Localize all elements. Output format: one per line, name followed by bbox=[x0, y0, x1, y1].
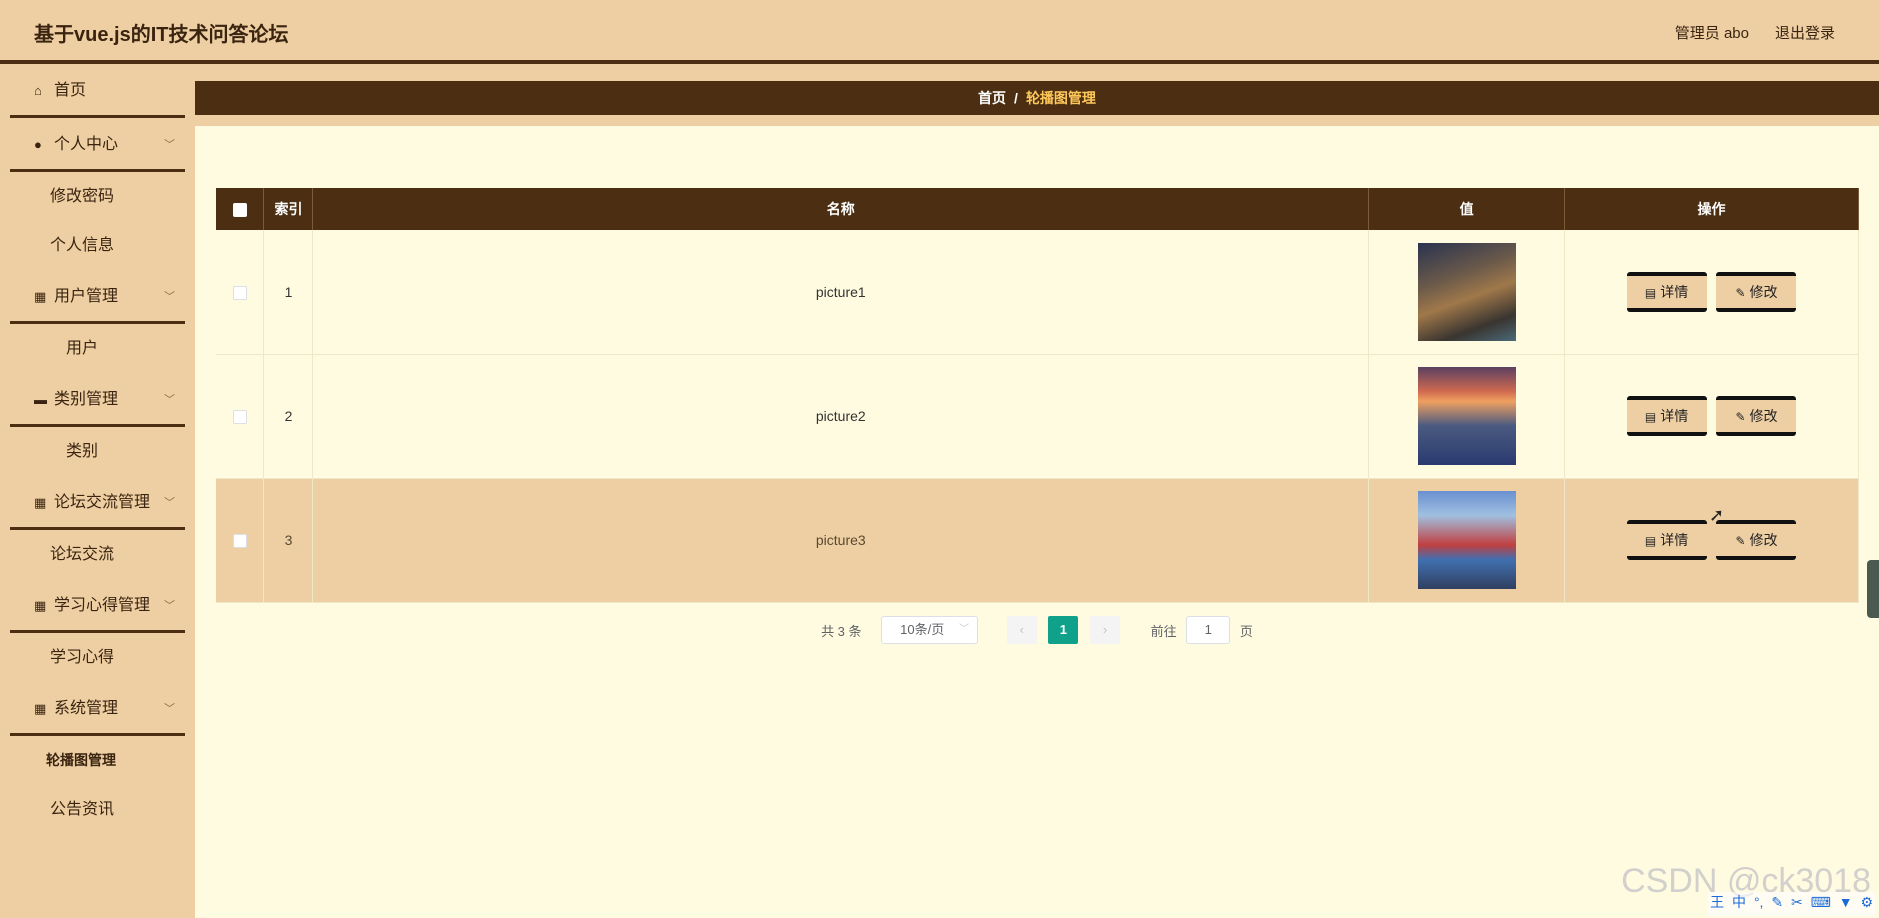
breadcrumb-current: 轮播图管理 bbox=[1025, 90, 1096, 106]
pagination-total: 共 3 条 bbox=[821, 623, 862, 639]
logout-link[interactable]: 退出登录 bbox=[1775, 22, 1835, 43]
grid-icon: ▦ bbox=[34, 495, 47, 510]
row-thumbnail bbox=[1417, 367, 1516, 465]
header-name: 名称 bbox=[312, 188, 1370, 230]
detail-button[interactable]: ▤ 详情 bbox=[1626, 271, 1707, 312]
sidebar-item-forum-management[interactable]: ▦ 论坛交流管理 ﹀ bbox=[0, 476, 195, 530]
carousel-table: 索引 名称 值 操作 1 picture1 ▤ 详情 ✎ 修改 2 picture2 bbox=[216, 188, 1859, 603]
app-title: 基于vue.js的IT技术问答论坛 bbox=[34, 24, 289, 46]
mouse-cursor-icon: ➚ bbox=[1709, 505, 1725, 525]
chevron-left-icon: ‹ bbox=[1019, 622, 1024, 637]
row-index: 3 bbox=[263, 478, 314, 603]
sidebar-subitem-user[interactable]: 用户 bbox=[0, 324, 195, 373]
sidebar-subitem-personal-info[interactable]: 个人信息 bbox=[0, 221, 195, 270]
sidebar-item-category-management[interactable]: ▬ 类别管理 ﹀ bbox=[0, 373, 195, 427]
row-thumbnail bbox=[1417, 491, 1516, 589]
row-checkbox[interactable] bbox=[232, 534, 247, 549]
edit-button[interactable]: ✎ 修改 bbox=[1716, 396, 1797, 436]
sidebar-subitem-change-password[interactable]: 修改密码 bbox=[0, 172, 195, 221]
pencil-icon: ✎ bbox=[1735, 534, 1746, 548]
user-icon: ● bbox=[34, 137, 42, 152]
page-size-select[interactable]: 10条/页 ﹀ bbox=[881, 616, 979, 644]
sidebar-item-system-management[interactable]: ▦ 系统管理 ﹀ bbox=[0, 682, 195, 736]
select-all-header bbox=[216, 188, 265, 230]
header-value: 值 bbox=[1368, 188, 1566, 230]
document-icon: ▤ bbox=[1644, 534, 1657, 548]
sidebar-subitem-study-notes[interactable]: 学习心得 bbox=[0, 633, 195, 682]
row-checkbox[interactable] bbox=[232, 410, 247, 425]
sidebar-subitem-carousel[interactable]: 轮播图管理 bbox=[0, 736, 195, 785]
chevron-down-icon: ﹀ bbox=[164, 291, 175, 303]
row-index: 1 bbox=[263, 230, 314, 355]
header-action: 操作 bbox=[1564, 188, 1859, 230]
monitor-icon: ▬ bbox=[34, 392, 47, 407]
grid-icon: ▦ bbox=[34, 598, 47, 613]
select-all-checkbox[interactable] bbox=[232, 203, 247, 218]
page-number-button[interactable]: 1 bbox=[1048, 616, 1079, 644]
breadcrumb: 首页 / 轮播图管理 bbox=[195, 81, 1879, 115]
ime-logo-icon: 王 bbox=[1710, 894, 1725, 910]
chevron-down-icon: ﹀ bbox=[164, 497, 175, 509]
row-name: picture3 bbox=[312, 478, 1370, 603]
row-name: picture1 bbox=[312, 230, 1370, 355]
sidebar-item-user-management[interactable]: ▦ 用户管理 ﹀ bbox=[0, 270, 195, 324]
chevron-down-icon: ﹀ bbox=[959, 624, 970, 635]
table-row: 2 picture2 ▤ 详情 ✎ 修改 bbox=[216, 354, 1859, 479]
edit-button[interactable]: ✎ 修改 bbox=[1716, 271, 1797, 312]
sidebar-item-home[interactable]: ⌂ 首页 bbox=[0, 64, 195, 118]
ime-keyboard-icon[interactable]: ⌨ bbox=[1811, 894, 1831, 910]
ime-toolbar[interactable]: 王 中 °, ✎ ✂ ⌨ ▼ ⚙ bbox=[1708, 892, 1875, 916]
sidebar-item-personal-center[interactable]: ● 个人中心 ﹀ bbox=[0, 118, 195, 172]
sidebar-subitem-announcements[interactable]: 公告资讯 bbox=[0, 785, 195, 834]
home-icon: ⌂ bbox=[34, 83, 42, 98]
chevron-down-icon: ﹀ bbox=[164, 600, 175, 612]
sidebar-subitem-category[interactable]: 类别 bbox=[0, 427, 195, 476]
document-icon: ▤ bbox=[1644, 285, 1657, 300]
pencil-icon: ✎ bbox=[1735, 285, 1746, 300]
breadcrumb-separator: / bbox=[1014, 90, 1018, 106]
ime-pen-icon[interactable]: ✎ bbox=[1771, 894, 1783, 910]
main-content: 首页 / 轮播图管理 索引 名称 值 操作 1 picture1 ▤详情 ✎ bbox=[195, 64, 1879, 918]
detail-button[interactable]: ▤ 详情 bbox=[1626, 396, 1707, 436]
top-header: 基于vue.js的IT技术问答论坛 管理员 abo 退出登录 bbox=[0, 0, 1879, 64]
breadcrumb-home[interactable]: 首页 bbox=[978, 90, 1006, 106]
ime-punct-icon[interactable]: °, bbox=[1754, 894, 1764, 910]
ime-mode[interactable]: 中 bbox=[1732, 894, 1746, 910]
table-row: 3 picture3 ▤ 详情 ✎ 修改 bbox=[216, 478, 1859, 603]
sidebar-item-study-notes-management[interactable]: ▦ 学习心得管理 ﹀ bbox=[0, 579, 195, 633]
page-unit-label: 页 bbox=[1239, 623, 1253, 639]
goto-page-input[interactable]: 1 bbox=[1186, 616, 1231, 644]
ime-skin-icon[interactable]: ▼ bbox=[1839, 894, 1853, 910]
ime-scissors-icon[interactable]: ✂ bbox=[1791, 894, 1803, 910]
chevron-down-icon: ﹀ bbox=[164, 703, 175, 715]
row-index: 2 bbox=[263, 354, 314, 479]
table-row: 1 picture1 ▤ 详情 ✎ 修改 bbox=[216, 230, 1859, 355]
detail-button[interactable]: ▤ 详情 bbox=[1626, 520, 1707, 560]
sidebar-subitem-forum[interactable]: 论坛交流 bbox=[0, 530, 195, 579]
document-icon: ▤ bbox=[1644, 410, 1657, 424]
pagination: 共 3 条 10条/页 ﹀ ‹ 1 › 前往 1 页 bbox=[195, 616, 1879, 644]
row-thumbnail bbox=[1417, 242, 1516, 341]
header-index: 索引 bbox=[263, 188, 314, 230]
next-page-button[interactable]: › bbox=[1090, 616, 1121, 644]
sidebar: ⌂ 首页 ● 个人中心 ﹀ 修改密码 个人信息 ▦ 用户管理 ﹀ 用户 ▬ 类别管理 ﹀… bbox=[0, 64, 195, 918]
goto-label: 前往 bbox=[1150, 623, 1177, 639]
row-name: picture2 bbox=[312, 354, 1370, 479]
grid-icon: ▦ bbox=[34, 289, 47, 304]
chevron-down-icon: ﹀ bbox=[164, 139, 175, 151]
side-drawer-handle[interactable] bbox=[1867, 560, 1879, 618]
row-checkbox[interactable] bbox=[232, 285, 247, 300]
edit-button[interactable]: ✎ 修改 bbox=[1716, 520, 1797, 560]
prev-page-button[interactable]: ‹ bbox=[1006, 616, 1037, 644]
chevron-right-icon: › bbox=[1102, 622, 1108, 637]
chevron-down-icon: ﹀ bbox=[164, 394, 175, 406]
grid-icon: ▦ bbox=[34, 701, 47, 716]
current-user: 管理员 abo bbox=[1674, 25, 1749, 42]
pencil-icon: ✎ bbox=[1735, 410, 1746, 424]
ime-settings-icon[interactable]: ⚙ bbox=[1860, 894, 1873, 910]
